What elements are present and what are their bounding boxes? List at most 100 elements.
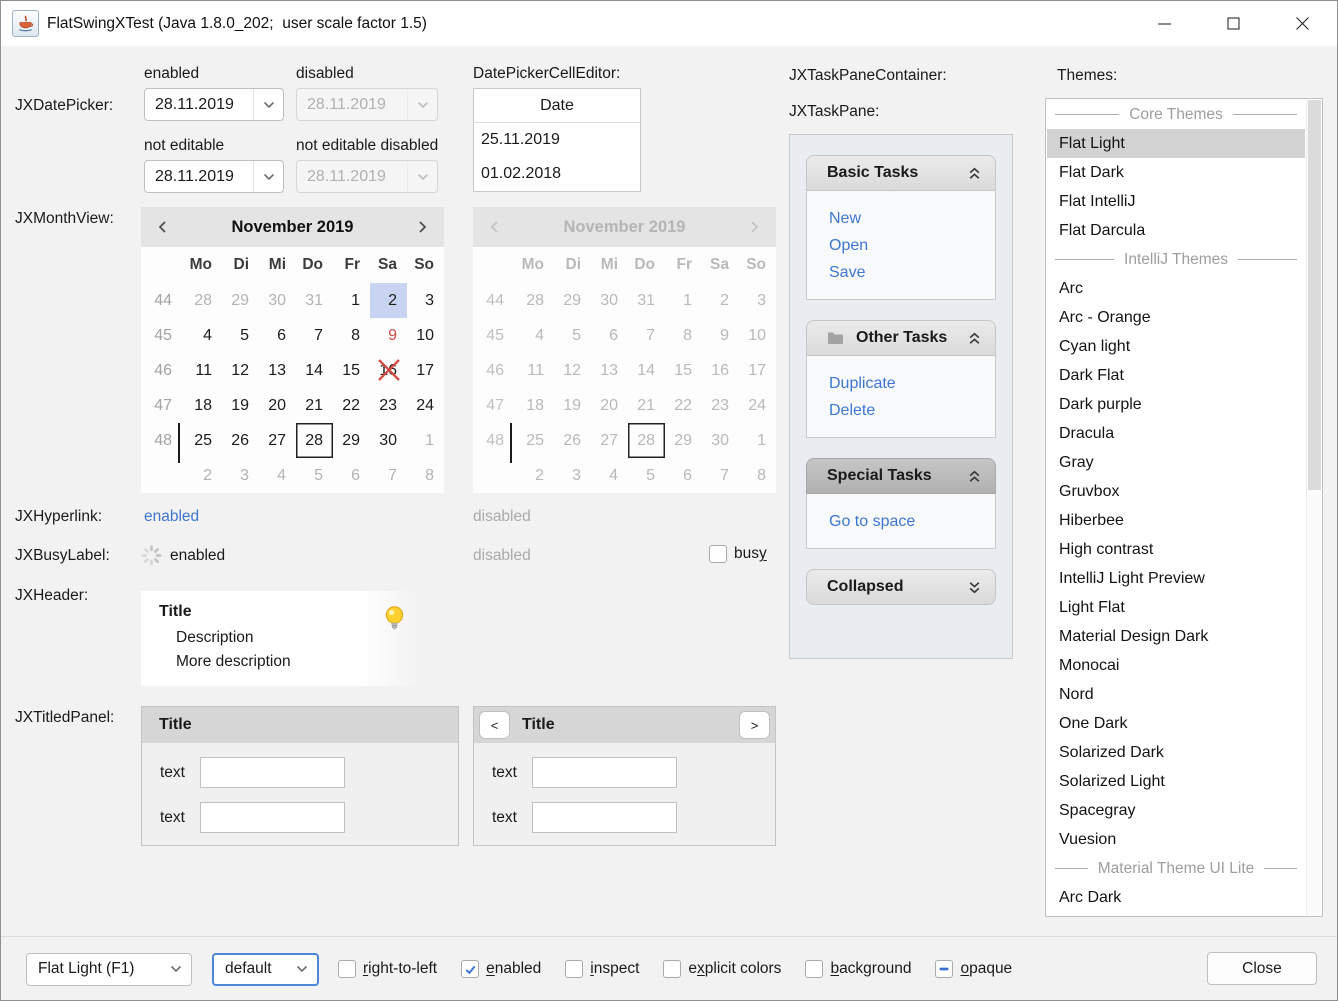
prev-button[interactable]: < [479, 711, 510, 739]
checkbox-icon[interactable] [565, 960, 583, 978]
theme-list-item[interactable]: One Dark [1047, 709, 1305, 738]
day-cell[interactable]: 9 [370, 318, 407, 353]
theme-list-item[interactable]: Gray [1047, 448, 1305, 477]
explicit-colors-checkbox[interactable]: explicit colors [663, 960, 781, 978]
day-cell[interactable]: 24 [407, 388, 444, 423]
taskpane-header[interactable]: Special Tasks [806, 458, 996, 494]
day-cell[interactable]: 5 [296, 458, 333, 493]
day-cell[interactable]: 6 [259, 318, 296, 353]
day-cell[interactable]: 2 [185, 458, 222, 493]
theme-list-item[interactable]: Arc [1047, 274, 1305, 303]
taskpane-header[interactable]: Collapsed [806, 569, 996, 605]
theme-list-item[interactable]: Solarized Dark [1047, 738, 1305, 767]
theme-combobox[interactable]: Flat Light (F1) [26, 953, 192, 986]
text-input[interactable] [532, 802, 677, 833]
taskpane-link[interactable]: Save [829, 259, 995, 286]
theme-list-item[interactable]: Flat Dark [1047, 158, 1305, 187]
theme-list-item[interactable]: Arc - Orange [1047, 303, 1305, 332]
day-cell[interactable]: 30 [370, 423, 407, 458]
checkbox-icon[interactable] [663, 960, 681, 978]
day-cell[interactable]: 28 [185, 283, 222, 318]
day-cell[interactable]: 1 [333, 283, 370, 318]
day-cell[interactable]: 29 [333, 423, 370, 458]
day-cell[interactable]: 1 [407, 423, 444, 458]
theme-list-item[interactable]: Spacegray [1047, 796, 1305, 825]
day-cell[interactable]: 7 [296, 318, 333, 353]
minimize-button[interactable] [1130, 1, 1199, 46]
day-cell[interactable]: 6 [333, 458, 370, 493]
taskpane-link[interactable]: Go to space [829, 508, 995, 535]
theme-list-item[interactable]: Light Flat [1047, 593, 1305, 622]
theme-list-item[interactable]: Flat Light [1047, 129, 1305, 158]
background-checkbox[interactable]: background [805, 960, 911, 978]
theme-list-item[interactable]: Gruvbox [1047, 477, 1305, 506]
checkbox-icon[interactable] [461, 960, 479, 978]
layout-combobox[interactable]: default [212, 953, 319, 986]
datepicker-not-editable[interactable]: 28.11.2019 [144, 160, 284, 193]
next-button[interactable]: > [739, 711, 770, 739]
taskpane-link[interactable]: Duplicate [829, 370, 995, 397]
collapse-icon[interactable] [968, 167, 981, 180]
opaque-checkbox[interactable]: opaque [935, 960, 1012, 978]
theme-list-item[interactable]: Flat Darcula [1047, 216, 1305, 245]
expand-icon[interactable] [968, 581, 981, 594]
taskpane-link[interactable]: Delete [829, 397, 995, 424]
chevron-down-icon[interactable] [253, 89, 283, 120]
checkbox-icon[interactable] [709, 545, 727, 563]
theme-list-item[interactable]: Hiberbee [1047, 506, 1305, 535]
taskpane-header[interactable]: Basic Tasks [806, 155, 996, 191]
day-cell[interactable]: 18 [185, 388, 222, 423]
collapse-icon[interactable] [968, 470, 981, 483]
day-cell[interactable]: 3 [222, 458, 259, 493]
prev-month-icon[interactable] [141, 220, 185, 234]
theme-list-item[interactable]: Vuesion [1047, 825, 1305, 854]
next-month-icon[interactable] [400, 220, 444, 234]
taskpane-header[interactable]: Other Tasks [806, 320, 996, 356]
theme-list-item[interactable]: Dracula [1047, 419, 1305, 448]
maximize-button[interactable] [1199, 1, 1268, 46]
table-row[interactable]: 25.11.2019 [474, 123, 640, 157]
inspect-checkbox[interactable]: inspect [565, 960, 639, 978]
theme-list-item[interactable]: Flat IntelliJ [1047, 187, 1305, 216]
checkbox-icon[interactable] [935, 960, 953, 978]
day-cell[interactable]: 8 [333, 318, 370, 353]
theme-list-item[interactable]: Monocai [1047, 651, 1305, 680]
date-table-header[interactable]: Date [474, 89, 640, 123]
day-cell[interactable]: 29 [222, 283, 259, 318]
theme-list-item[interactable]: High contrast [1047, 535, 1305, 564]
day-cell[interactable]: 7 [370, 458, 407, 493]
theme-list-item[interactable]: Dark purple [1047, 390, 1305, 419]
busy-checkbox[interactable]: busy [709, 545, 767, 563]
day-cell[interactable]: 23 [370, 388, 407, 423]
day-cell[interactable]: 12 [222, 353, 259, 388]
day-cell[interactable]: 31 [296, 283, 333, 318]
theme-list-item[interactable]: Nord [1047, 680, 1305, 709]
right-to-left-checkbox[interactable]: right-to-left [338, 960, 437, 978]
day-cell[interactable]: 14 [296, 353, 333, 388]
theme-list-item[interactable]: Dark Flat [1047, 361, 1305, 390]
chevron-down-icon[interactable] [253, 161, 283, 192]
enabled-checkbox[interactable]: enabled [461, 960, 541, 978]
datepicker-enabled[interactable]: 28.11.2019 [144, 88, 284, 121]
day-cell[interactable]: 11 [185, 353, 222, 388]
theme-list-item[interactable]: Cyan light [1047, 332, 1305, 361]
day-cell[interactable]: 19 [222, 388, 259, 423]
close-dialog-button[interactable]: Close [1207, 952, 1317, 985]
day-cell[interactable]: 10 [407, 318, 444, 353]
scrollbar-thumb[interactable] [1308, 100, 1321, 490]
day-cell[interactable]: 25 [185, 423, 222, 458]
day-cell[interactable]: 16 [370, 353, 407, 388]
day-cell[interactable]: 13 [259, 353, 296, 388]
taskpane-link[interactable]: New [829, 205, 995, 232]
day-cell[interactable]: 21 [296, 388, 333, 423]
monthview-enabled[interactable]: November 2019MoDiMiDoFrSaSo4428293031123… [141, 207, 444, 493]
checkbox-icon[interactable] [805, 960, 823, 978]
day-cell[interactable]: 28 [296, 423, 333, 458]
close-button[interactable] [1268, 1, 1337, 46]
day-cell[interactable]: 15 [333, 353, 370, 388]
day-cell[interactable]: 30 [259, 283, 296, 318]
hyperlink-enabled[interactable]: enabled [144, 508, 199, 526]
checkbox-icon[interactable] [338, 960, 356, 978]
day-cell[interactable]: 2 [370, 283, 407, 318]
day-cell[interactable]: 22 [333, 388, 370, 423]
